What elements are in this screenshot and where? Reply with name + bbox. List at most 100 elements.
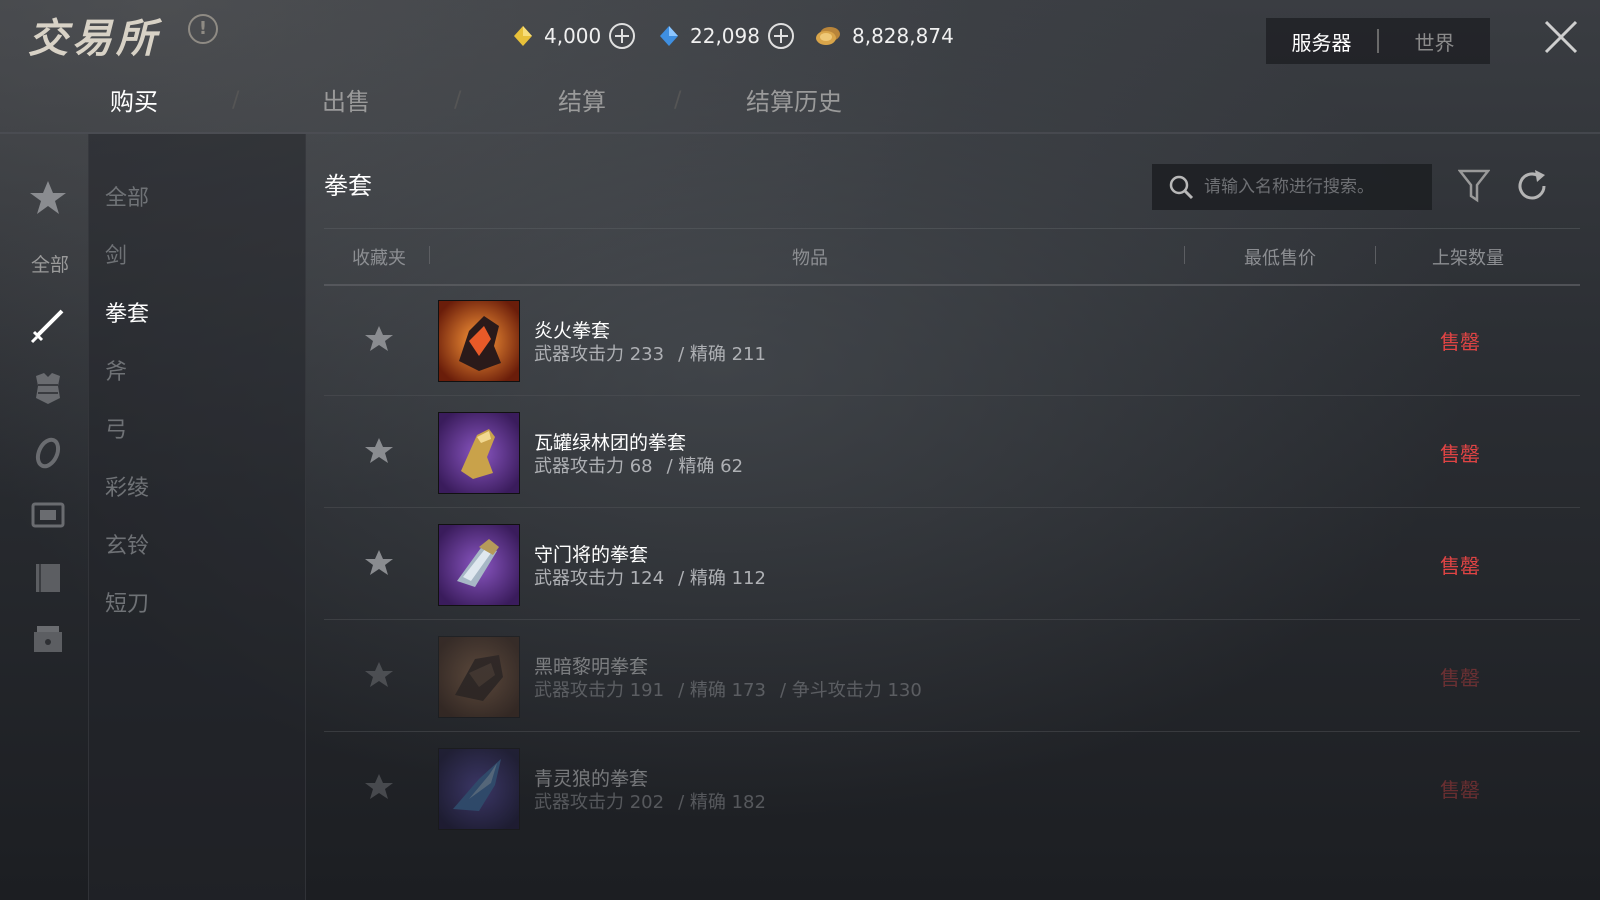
table-row[interactable]: 守门将的拳套 武器攻击力 124 / 精确 112 售罄: [324, 510, 1580, 620]
item-name: 炎火拳套: [534, 320, 611, 342]
currency-amount: 8,828,874: [852, 24, 954, 48]
favorite-star-icon[interactable]: [364, 436, 394, 466]
tab-settlement[interactable]: 结算: [558, 82, 606, 117]
row-divider: [324, 619, 1580, 620]
wolf-gauntlet-icon: [438, 748, 520, 830]
item-list-panel: 拳套 收藏夹 物品 最低售价 上架数量: [304, 134, 1600, 900]
tab-separator: /: [454, 88, 462, 113]
info-icon[interactable]: !: [188, 14, 218, 44]
category-ribbon[interactable]: 彩绫: [105, 470, 149, 502]
category-icon-rail: 全部: [0, 134, 88, 900]
top-bar: 交易所 ! 4,000 22,098 8,828,874 服务器 世界 购买 /…: [0, 0, 1600, 134]
world-option[interactable]: 世界: [1379, 27, 1490, 56]
item-name: 黑暗黎明拳套: [534, 656, 649, 678]
main-tabs: 购买 / 出售 / 结算 / 结算历史: [0, 76, 900, 126]
fire-gauntlet-icon: [438, 300, 520, 382]
item-stats: 武器攻击力 124 / 精确 112: [534, 564, 780, 590]
item-stat: / 精确 211: [678, 344, 766, 365]
server-world-switch: 服务器 世界: [1266, 18, 1490, 64]
item-stat: 武器攻击力 202: [534, 792, 665, 813]
sword-icon[interactable]: [28, 306, 68, 346]
item-stat: / 精确 62: [666, 456, 744, 477]
row-divider: [324, 507, 1580, 508]
table-row[interactable]: 瓦罐绿林团的拳套 武器攻击力 68 / 精确 62 售罄: [324, 398, 1580, 508]
box-icon[interactable]: [28, 620, 68, 660]
item-stat: / 精确 112: [678, 568, 766, 589]
coin-icon: [816, 27, 840, 45]
item-stats: 武器攻击力 202 / 精确 182: [534, 788, 780, 814]
currency-gold: 4,000: [512, 20, 636, 52]
favorite-star-icon[interactable]: [364, 324, 394, 354]
favorite-star-icon[interactable]: [364, 660, 394, 690]
tab-separator: /: [674, 88, 682, 113]
column-separator: [429, 246, 430, 264]
server-option[interactable]: 服务器: [1266, 27, 1377, 56]
row-divider: [324, 395, 1580, 396]
favorite-star-icon[interactable]: [364, 772, 394, 802]
item-stat: / 争斗攻击力 130: [779, 680, 922, 701]
currency-amount: 4,000: [544, 24, 602, 48]
tab-separator: /: [232, 88, 240, 113]
category-gauntlet[interactable]: 拳套: [105, 296, 149, 328]
item-name: 守门将的拳套: [534, 544, 649, 566]
column-favorite[interactable]: 收藏夹: [352, 244, 406, 270]
gold-gem-icon: [514, 26, 532, 46]
blue-gem-icon: [660, 26, 678, 46]
column-item[interactable]: 物品: [792, 244, 828, 270]
item-stat: 武器攻击力 233: [534, 344, 665, 365]
category-list: 全部 剑 拳套 斧 弓 彩绫 玄铃 短刀: [88, 134, 306, 900]
search-input[interactable]: [1202, 176, 1426, 198]
section-title: 拳套: [324, 172, 372, 200]
rail-all-label[interactable]: 全部: [20, 250, 80, 277]
book-icon[interactable]: [28, 558, 68, 598]
close-icon[interactable]: [1542, 18, 1580, 56]
category-dagger[interactable]: 短刀: [105, 586, 149, 618]
tab-settlement-history[interactable]: 结算历史: [746, 82, 842, 117]
add-gold-button[interactable]: [609, 23, 636, 49]
armor-icon[interactable]: [28, 368, 68, 408]
tab-sell[interactable]: 出售: [322, 82, 370, 117]
status-badge: 售罄: [1440, 442, 1480, 466]
item-name: 瓦罐绿林团的拳套: [534, 432, 687, 454]
item-stat: 武器攻击力 124: [534, 568, 665, 589]
category-axe[interactable]: 斧: [105, 354, 127, 386]
column-listed-count[interactable]: 上架数量: [1432, 244, 1504, 270]
silver-gauntlet-icon: [438, 524, 520, 606]
item-stat: / 精确 173: [678, 680, 766, 701]
item-stats: 武器攻击力 68 / 精确 62: [534, 452, 757, 478]
category-sword[interactable]: 剑: [105, 238, 127, 270]
favorite-star-icon[interactable]: [364, 548, 394, 578]
add-blue-gem-button[interactable]: [767, 23, 794, 49]
status-badge: 售罄: [1440, 666, 1480, 690]
table-row[interactable]: 青灵狼的拳套 武器攻击力 202 / 精确 182 售罄: [324, 734, 1580, 844]
ring-icon[interactable]: [28, 432, 68, 472]
gold-gauntlet-icon: [438, 412, 520, 494]
row-divider: [324, 731, 1580, 732]
item-name: 青灵狼的拳套: [534, 768, 649, 790]
status-badge: 售罄: [1440, 330, 1480, 354]
currency-amount: 22,098: [690, 24, 760, 48]
status-badge: 售罄: [1440, 554, 1480, 578]
page-title: 交易所: [28, 15, 160, 62]
column-separator: [1375, 246, 1376, 264]
chest-icon[interactable]: [28, 494, 68, 534]
tab-buy[interactable]: 购买: [110, 82, 158, 117]
search-icon: [1169, 175, 1194, 200]
item-stat: 武器攻击力 68: [534, 456, 653, 477]
table-row[interactable]: 炎火拳套 武器攻击力 233 / 精确 211 售罄: [324, 286, 1580, 396]
column-separator: [1184, 246, 1185, 264]
filter-icon[interactable]: [1458, 168, 1490, 204]
table-row[interactable]: 黑暗黎明拳套 武器攻击力 191 / 精确 173 / 争斗攻击力 130 售罄: [324, 622, 1580, 732]
column-lowest-price[interactable]: 最低售价: [1244, 244, 1316, 270]
star-icon[interactable]: [28, 178, 68, 218]
category-bow[interactable]: 弓: [105, 412, 127, 444]
item-stat: / 精确 182: [678, 792, 766, 813]
status-badge: 售罄: [1440, 778, 1480, 802]
exchange-screen: 交易所 ! 4,000 22,098 8,828,874 服务器 世界 购买 /…: [0, 0, 1600, 900]
item-stats: 武器攻击力 233 / 精确 211: [534, 340, 780, 366]
category-all[interactable]: 全部: [105, 180, 149, 212]
refresh-icon[interactable]: [1514, 168, 1550, 204]
category-bell[interactable]: 玄铃: [105, 528, 149, 560]
search-box: [1152, 164, 1432, 210]
item-stat: 武器攻击力 191: [534, 680, 665, 701]
